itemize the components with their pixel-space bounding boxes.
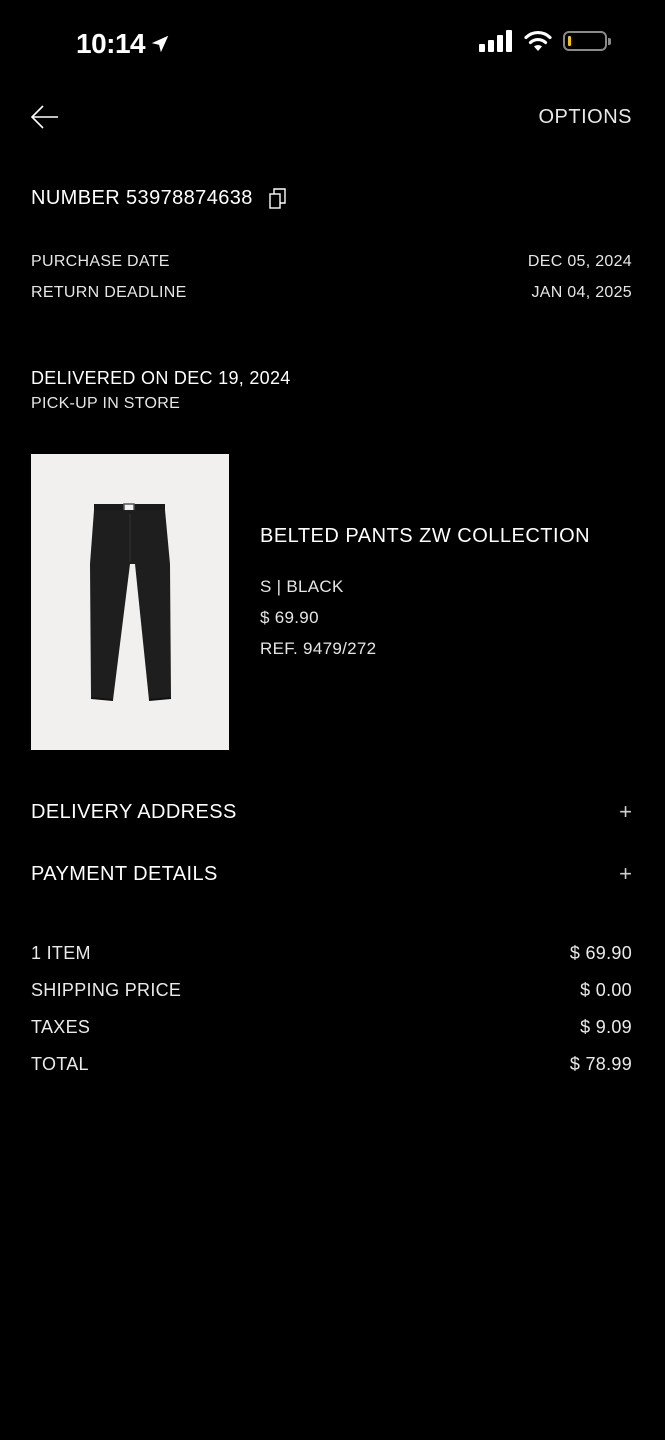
delivery-address-label: DELIVERY ADDRESS	[31, 800, 237, 823]
return-deadline-value: JAN 04, 2025	[531, 284, 632, 301]
summary-value: $ 9.09	[580, 1017, 632, 1037]
summary-label: TOTAL	[31, 1054, 89, 1074]
summary-row-total: TOTAL $ 78.99	[31, 1054, 632, 1075]
summary-value: $ 69.90	[569, 943, 632, 963]
location-arrow-icon	[151, 35, 169, 53]
status-bar-icons	[479, 30, 611, 52]
battery-icon	[563, 31, 611, 51]
plus-icon[interactable]: +	[619, 799, 632, 825]
options-button[interactable]: OPTIONS	[538, 106, 632, 129]
delivery-address-section[interactable]: DELIVERY ADDRESS +	[31, 792, 632, 832]
status-bar-time: 10:14	[76, 28, 171, 60]
purchase-date-value: DEC 05, 2024	[527, 253, 632, 270]
wifi-icon	[524, 30, 552, 51]
summary-label: 1 ITEM	[31, 943, 91, 963]
summary-label: TAXES	[31, 1017, 91, 1037]
product-name[interactable]: BELTED PANTS ZW COLLECTION	[260, 525, 590, 548]
payment-details-section[interactable]: PAYMENT DETAILS +	[31, 854, 632, 894]
summary-row-items: 1 ITEM $ 69.90	[31, 943, 632, 964]
cellular-signal-icon	[479, 30, 512, 52]
pants-illustration	[90, 503, 172, 701]
arrow-left-icon[interactable]	[30, 104, 60, 130]
return-deadline-label: RETURN DEADLINE	[31, 284, 187, 301]
product-price: $ 69.90	[260, 608, 319, 627]
product-ref: REF. 9479/272	[260, 639, 377, 658]
plus-icon[interactable]: +	[619, 861, 632, 887]
copy-icon[interactable]	[269, 187, 287, 210]
delivery-method: PICK-UP IN STORE	[31, 395, 181, 412]
summary-value: $ 0.00	[580, 980, 632, 1000]
summary-row-shipping: SHIPPING PRICE $ 0.00	[31, 980, 632, 1001]
clock-text: 10:14	[76, 28, 146, 59]
order-number: NUMBER 53978874638	[31, 187, 287, 210]
order-number-label: NUMBER 53978874638	[31, 187, 253, 209]
return-deadline-row: RETURN DEADLINE JAN 04, 2025	[31, 284, 632, 302]
delivery-status: DELIVERED ON DEC 19, 2024	[31, 368, 291, 388]
battery-level	[568, 36, 571, 46]
payment-details-label: PAYMENT DETAILS	[31, 862, 218, 885]
purchase-date-label: PURCHASE DATE	[31, 253, 170, 270]
product-image[interactable]	[31, 454, 229, 750]
summary-value: $ 78.99	[569, 1054, 632, 1074]
product-variant: S | BLACK	[260, 577, 344, 596]
purchase-date-row: PURCHASE DATE DEC 05, 2024	[31, 253, 632, 271]
summary-label: SHIPPING PRICE	[31, 980, 182, 1000]
summary-row-taxes: TAXES $ 9.09	[31, 1017, 632, 1038]
